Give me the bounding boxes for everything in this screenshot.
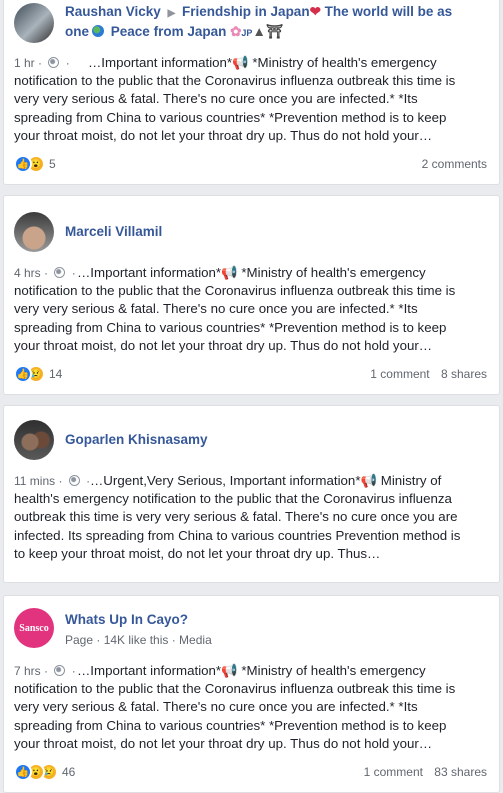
author-name[interactable]: Marceli Villamil: [65, 224, 162, 239]
reaction-count: 14: [49, 367, 63, 381]
torii-icon: ⛩: [265, 24, 283, 39]
group-name-cont[interactable]: The world will be as: [325, 4, 453, 19]
mountain-icon: ▲: [252, 24, 266, 39]
group-name[interactable]: Friendship in Japan: [182, 4, 310, 19]
reactions-summary[interactable]: 👍 😮 5: [14, 155, 56, 173]
page-name[interactable]: Whats Up In Cayo?: [65, 612, 188, 627]
heart-icon: ❤: [309, 4, 321, 19]
post-card: Raushan Vicky ▶ Friendship in Japan❤ The…: [3, 0, 500, 185]
reaction-count: 46: [62, 765, 76, 779]
post-card: Sansco Whats Up In Cayo? Page · 14K like…: [3, 595, 500, 793]
avatar[interactable]: [14, 3, 54, 43]
like-reaction-icon: 👍: [14, 763, 32, 781]
reaction-count: 5: [49, 157, 56, 171]
post-text: …Important information*📢 *Ministry of he…: [14, 54, 469, 145]
avatar[interactable]: [14, 212, 54, 252]
like-reaction-icon: 👍: [14, 365, 32, 383]
post-body: …Urgent,Very Serious, Important informat…: [14, 473, 461, 561]
post-body: …Important information*📢 *Ministry of he…: [14, 663, 456, 751]
shares-count[interactable]: 8 shares: [441, 367, 487, 381]
page-subtitle: Page · 14K like this · Media: [65, 633, 212, 647]
earth-icon: [92, 25, 105, 37]
reactions-summary[interactable]: 👍 😮 😢 46: [14, 763, 75, 781]
post-header: Raushan Vicky ▶ Friendship in Japan❤ The…: [65, 3, 479, 42]
flower-icon: ✿: [230, 24, 242, 39]
comments-count[interactable]: 1 comment: [364, 765, 423, 779]
arrow-right-icon: ▶: [167, 8, 176, 19]
page-logo[interactable]: Sansco: [14, 608, 54, 648]
post-stats: 1 comment 8 shares: [362, 367, 487, 381]
comments-count[interactable]: 1 comment: [370, 367, 429, 381]
reactions-summary[interactable]: 👍 😢 14: [14, 365, 62, 383]
post-text: …Important information*📢 *Ministry of he…: [14, 264, 469, 355]
logo-text: Sansco: [19, 622, 49, 634]
author-name[interactable]: Raushan Vicky: [65, 4, 161, 19]
post-body: …Important information*📢 *Ministry of he…: [14, 55, 456, 143]
avatar[interactable]: [14, 420, 54, 460]
group-name-line2-cont[interactable]: Peace from Japan: [111, 24, 227, 39]
jp-tag: JP: [241, 28, 253, 38]
post-text: …Urgent,Very Serious, Important informat…: [14, 472, 469, 563]
post-stats: 1 comment 83 shares: [356, 765, 487, 779]
like-reaction-icon: 👍: [14, 155, 32, 173]
shares-count[interactable]: 83 shares: [434, 765, 487, 779]
group-name-line2[interactable]: one: [65, 24, 89, 39]
post-stats: 2 comments: [414, 157, 487, 171]
post-body: …Important information*📢 *Ministry of he…: [14, 265, 456, 353]
post-text: …Important information*📢 *Ministry of he…: [14, 662, 469, 753]
author-name[interactable]: Goparlen Khisnasamy: [65, 432, 208, 447]
post-card: Marceli Villamil 4 hrs · · …Important in…: [3, 195, 500, 395]
comments-count[interactable]: 2 comments: [422, 157, 487, 171]
post-card: Goparlen Khisnasamy 11 mins · · …Urgent,…: [3, 405, 500, 583]
